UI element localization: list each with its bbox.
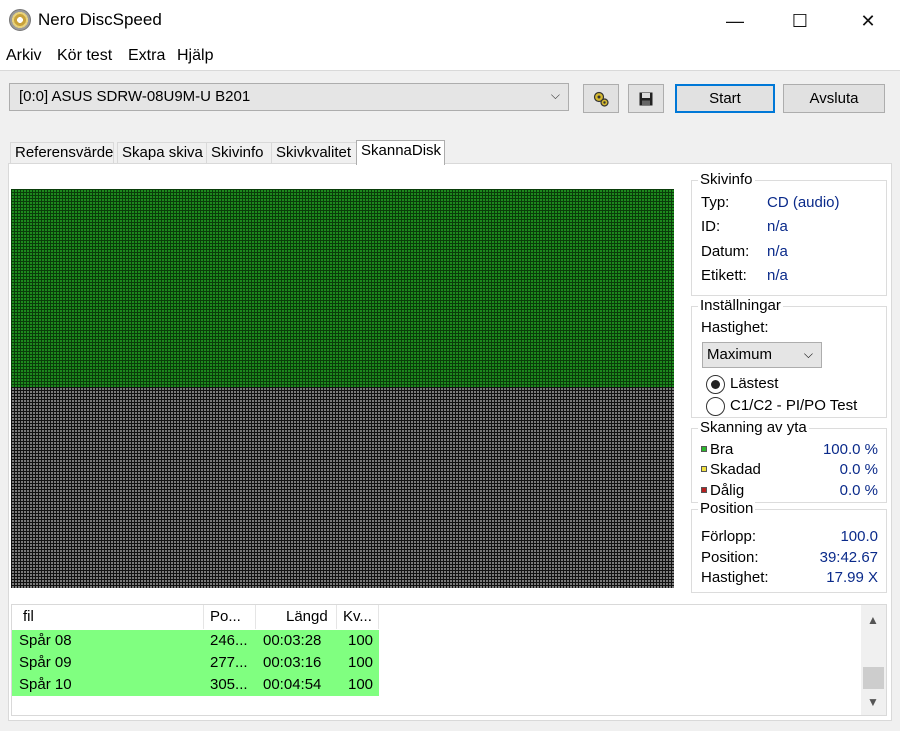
menu-bar: Arkiv Kör test Extra Hjälp xyxy=(0,44,900,70)
read-speed-label: Hastighet: xyxy=(701,569,769,586)
tab-skivinfo[interactable]: Skivinfo xyxy=(206,142,276,164)
surface-scan-group: Skanning av yta Bra 100.0 % Skadad 0.0 %… xyxy=(691,419,887,503)
vertical-scrollbar[interactable]: ▲ ▼ xyxy=(861,605,886,715)
good-legend-swatch xyxy=(701,446,707,452)
table-row[interactable]: Spår 10 305... 00:04:54 100 xyxy=(12,674,379,696)
track-quality: 100 xyxy=(348,676,374,693)
track-list[interactable]: fil Po... Längd Kv... Spår 08 246... 00:… xyxy=(11,604,887,716)
unscanned-blocks xyxy=(11,387,674,588)
damaged-legend-swatch xyxy=(701,466,707,472)
tab-skannadisk[interactable]: SkannaDisk xyxy=(356,140,445,165)
track-length: 00:04:54 xyxy=(263,676,322,693)
position-title: Position xyxy=(698,500,756,517)
disc-date-value: n/a xyxy=(767,243,788,260)
column-header-quality[interactable]: Kv... xyxy=(337,605,379,629)
column-header-file[interactable]: fil xyxy=(12,605,204,629)
table-row[interactable]: Spår 08 246... 00:03:28 100 xyxy=(12,630,379,652)
menu-kor-test[interactable]: Kör test xyxy=(57,47,112,65)
chevron-down-icon: ⌵ xyxy=(803,347,813,361)
scanned-good-blocks xyxy=(11,189,674,387)
settings-title: Inställningar xyxy=(698,297,783,314)
window-title: Nero DiscSpeed xyxy=(38,10,162,29)
damaged-label: Skadad xyxy=(710,461,761,478)
tab-referensvarde[interactable]: Referensvärde xyxy=(10,142,114,164)
position-group: Position Förlopp: 100.0 Position: 39:42.… xyxy=(691,500,887,593)
disc-label-label: Etikett: xyxy=(701,267,747,284)
save-button[interactable] xyxy=(628,84,664,113)
disc-info-title: Skivinfo xyxy=(698,171,755,188)
scroll-down-icon[interactable]: ▼ xyxy=(867,695,879,709)
tab-skivkvalitet[interactable]: Skivkvalitet xyxy=(271,142,363,164)
bad-value: 0.0 % xyxy=(839,482,878,499)
track-quality: 100 xyxy=(348,632,374,649)
surface-scan-map xyxy=(11,189,674,588)
track-file: Spår 10 xyxy=(19,676,72,693)
read-speed-value: 17.99 X xyxy=(826,569,878,586)
track-quality: 100 xyxy=(348,654,374,671)
track-position: 277... xyxy=(210,654,248,671)
scroll-up-icon[interactable]: ▲ xyxy=(867,613,879,627)
track-length: 00:03:28 xyxy=(263,632,322,649)
damaged-value: 0.0 % xyxy=(839,461,878,478)
floppy-disk-icon xyxy=(639,92,653,105)
track-position: 246... xyxy=(210,632,248,649)
drive-select[interactable]: [0:0] ASUS SDRW-08U9M-U B201 ⌵ xyxy=(9,83,569,111)
scroll-thumb[interactable] xyxy=(863,667,884,689)
drive-select-value: [0:0] ASUS SDRW-08U9M-U B201 xyxy=(19,88,251,105)
disc-type-label: Typ: xyxy=(701,194,730,211)
menu-arkiv[interactable]: Arkiv xyxy=(6,47,42,65)
bad-label: Dålig xyxy=(710,482,745,499)
position-label: Position: xyxy=(701,549,759,566)
drive-settings-button[interactable] xyxy=(583,84,619,113)
good-label: Bra xyxy=(710,441,734,458)
radio-c1c2-test-label[interactable]: C1/C2 - PI/PO Test xyxy=(730,397,857,414)
gears-icon xyxy=(593,91,609,107)
disc-id-value: n/a xyxy=(767,218,788,235)
quit-button[interactable]: Avsluta xyxy=(783,84,885,113)
position-value: 39:42.67 xyxy=(819,549,878,566)
start-button[interactable]: Start xyxy=(675,84,775,113)
close-button[interactable]: ✕ xyxy=(838,0,898,42)
column-header-position[interactable]: Po... xyxy=(204,605,256,629)
surface-scan-title: Skanning av yta xyxy=(698,419,809,436)
track-file: Spår 08 xyxy=(19,632,72,649)
settings-group: Inställningar Hastighet: Maximum ⌵ Läste… xyxy=(691,297,887,418)
radio-c1c2-test[interactable] xyxy=(706,397,725,416)
radio-read-test-label[interactable]: Lästest xyxy=(730,375,778,392)
track-file: Spår 09 xyxy=(19,654,72,671)
table-row[interactable]: Spår 09 277... 00:03:16 100 xyxy=(12,652,379,674)
menu-extra[interactable]: Extra xyxy=(128,47,165,65)
track-length: 00:03:16 xyxy=(263,654,322,671)
nero-disc-icon xyxy=(9,9,31,31)
disc-label-value: n/a xyxy=(767,267,788,284)
disc-date-label: Datum: xyxy=(701,243,750,260)
speed-select-value: Maximum xyxy=(707,346,773,363)
minimize-button[interactable]: — xyxy=(705,0,765,42)
progress-label: Förlopp: xyxy=(701,528,757,545)
maximize-button[interactable]: ☐ xyxy=(770,0,830,42)
menu-hjalp[interactable]: Hjälp xyxy=(177,47,213,65)
track-position: 305... xyxy=(210,676,248,693)
column-header-length[interactable]: Längd xyxy=(256,605,337,629)
disc-id-label: ID: xyxy=(701,218,721,235)
radio-read-test[interactable] xyxy=(706,375,725,394)
title-bar: Nero DiscSpeed — ☐ ✕ xyxy=(0,0,900,42)
progress-value: 100.0 xyxy=(840,528,878,545)
good-value: 100.0 % xyxy=(822,441,878,458)
disc-info-group: Skivinfo Typ: CD (audio) ID: n/a Datum: … xyxy=(691,171,887,296)
tab-skapa-skiva[interactable]: Skapa skiva xyxy=(117,142,213,164)
disc-type-value: CD (audio) xyxy=(767,194,840,211)
chevron-down-icon: ⌵ xyxy=(550,88,560,102)
speed-select[interactable]: Maximum ⌵ xyxy=(702,342,822,368)
speed-label: Hastighet: xyxy=(701,319,769,336)
bad-legend-swatch xyxy=(701,487,707,493)
